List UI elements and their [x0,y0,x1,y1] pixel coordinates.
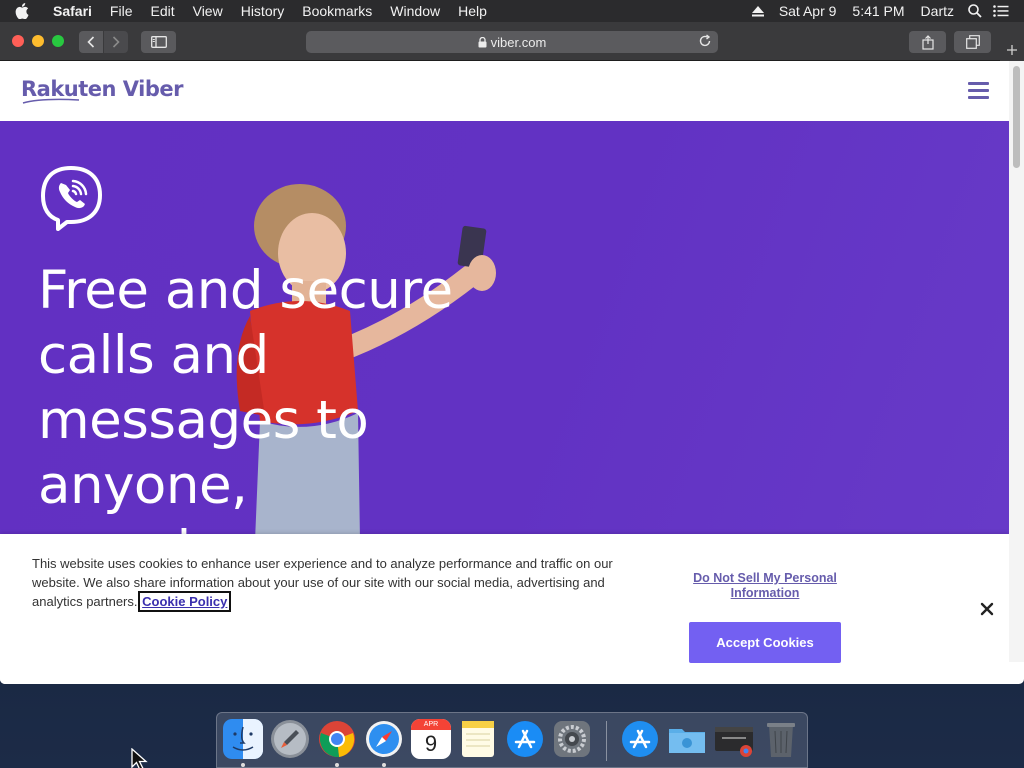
new-tab-button[interactable] [1000,39,1024,61]
apple-menu-icon[interactable] [0,3,44,19]
chrome-window-icon[interactable] [714,719,754,759]
reload-icon[interactable] [698,34,712,48]
chevron-right-icon [112,36,120,48]
applications-folder-icon[interactable] [620,719,660,759]
safari-icon[interactable] [364,719,404,759]
menu-app-name[interactable]: Safari [44,0,101,22]
cookie-consent-banner: This website uses cookies to enhance use… [0,534,1009,684]
menu-view[interactable]: View [184,0,232,22]
forward-button[interactable] [104,31,128,53]
menu-time[interactable]: 5:41 PM [844,0,912,22]
close-icon[interactable] [979,601,995,617]
hero-section: Free and secure calls and messages to an… [0,121,1009,541]
calendar-icon[interactable]: APR 9 [411,719,451,759]
window-minimize-button[interactable] [32,35,44,47]
trash-icon[interactable] [761,719,801,759]
menu-history[interactable]: History [232,0,294,22]
dock-separator [606,721,607,761]
hamburger-menu-button[interactable] [968,82,989,100]
menu-edit[interactable]: Edit [141,0,183,22]
site-header: Rakuten Viber [0,61,1009,121]
lock-icon [478,36,487,48]
do-not-sell-link[interactable]: Do Not Sell My Personal Information [684,571,846,601]
cookie-policy-link[interactable]: Cookie Policy [138,591,232,612]
cookie-notice-body: This website uses cookies to enhance use… [32,556,613,609]
calendar-month: APR [411,719,451,730]
menu-date[interactable]: Sat Apr 9 [771,0,845,22]
cookie-notice-text: This website uses cookies to enhance use… [32,554,622,612]
menu-bookmarks[interactable]: Bookmarks [293,0,381,22]
menu-user[interactable]: Dartz [913,0,962,22]
web-page: Rakuten Viber Free and secure calls and … [0,61,1009,684]
finder-icon[interactable] [223,719,263,759]
viber-logo-icon [41,166,102,231]
show-tabs-button[interactable] [954,31,991,53]
address-bar[interactable]: viber.com [306,31,718,53]
notification-center-icon[interactable] [988,0,1014,22]
mouse-cursor-icon [131,748,148,768]
documents-folder-icon[interactable] [667,719,707,759]
chevron-left-icon [87,36,95,48]
window-zoom-button[interactable] [52,35,64,47]
notes-icon[interactable] [458,719,498,759]
chrome-icon[interactable] [317,719,357,759]
launchpad-icon[interactable] [270,719,310,759]
accept-cookies-button[interactable]: Accept Cookies [689,622,841,663]
window-close-button[interactable] [12,35,24,47]
system-preferences-icon[interactable] [552,719,592,759]
menu-file[interactable]: File [101,0,142,22]
sidebar-toggle-button[interactable] [141,31,176,53]
hero-headline: Free and secure calls and messages to an… [38,260,453,541]
safari-window: viber.com Rakuten Viber Free and secure … [0,22,1024,684]
menu-bar: Safari File Edit View History Bookmarks … [0,0,1024,22]
scrollbar-thumb[interactable] [1013,66,1020,168]
browser-toolbar: viber.com [0,22,1024,61]
eject-icon[interactable] [745,0,771,22]
plus-icon [1007,45,1017,55]
tabs-overview-icon [965,35,980,49]
calendar-day: 9 [424,731,438,756]
spotlight-search-icon[interactable] [962,0,988,22]
share-button[interactable] [909,31,946,53]
app-store-icon[interactable] [505,719,545,759]
share-icon [921,34,934,50]
dock: APR 9 [216,712,808,768]
menu-window[interactable]: Window [381,0,449,22]
logo-swoosh-icon [22,98,80,104]
menu-help[interactable]: Help [449,0,496,22]
url-text: viber.com [490,34,547,50]
sidebar-icon [150,36,167,48]
back-button[interactable] [79,31,103,53]
